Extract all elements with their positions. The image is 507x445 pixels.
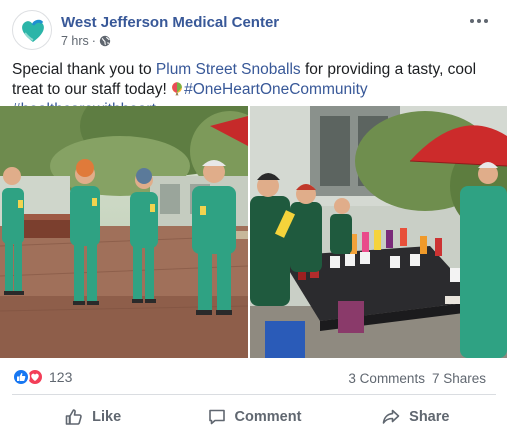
page-name[interactable]: West Jefferson Medical Center bbox=[61, 14, 279, 31]
reaction-summary[interactable]: 123 bbox=[12, 368, 72, 386]
engagement-counts: 3 Comments 7 Shares bbox=[348, 371, 486, 386]
share-label: Share bbox=[409, 409, 450, 425]
mention-link[interactable]: Plum Street Snoballs bbox=[156, 61, 301, 78]
photo-grid bbox=[0, 106, 507, 358]
facebook-post: West Jefferson Medical Center 7 hrs · Sp… bbox=[0, 0, 507, 445]
actions-divider bbox=[12, 394, 496, 395]
message-part-1: Special thank you to bbox=[12, 61, 156, 78]
balloon-icon bbox=[172, 82, 183, 96]
comments-count-link[interactable]: 3 Comments bbox=[348, 371, 425, 386]
photo-snoball-table[interactable] bbox=[250, 106, 507, 358]
like-label: Like bbox=[92, 409, 122, 425]
like-button[interactable]: Like bbox=[12, 397, 173, 437]
reaction-count: 123 bbox=[49, 369, 73, 385]
thumbs-up-icon bbox=[65, 409, 82, 425]
comment-button[interactable]: Comment bbox=[173, 397, 334, 437]
like-reaction-icon bbox=[12, 368, 30, 386]
comment-bubble-icon bbox=[208, 409, 225, 425]
more-icon[interactable] bbox=[470, 16, 490, 26]
post-time[interactable]: 7 hrs bbox=[61, 34, 89, 48]
page-avatar[interactable] bbox=[12, 10, 52, 50]
share-button[interactable]: Share bbox=[335, 397, 496, 437]
globe-icon[interactable] bbox=[99, 35, 111, 47]
meta-separator: · bbox=[91, 34, 96, 48]
hashtag-link-1[interactable]: #OneHeartOneCommunity bbox=[184, 81, 368, 98]
photo-staff-outdoors[interactable] bbox=[0, 106, 248, 358]
heart-logo-icon bbox=[22, 19, 44, 42]
reaction-bar: 123 3 Comments 7 Shares bbox=[12, 364, 496, 390]
shares-count-link[interactable]: 7 Shares bbox=[432, 371, 486, 386]
post-header: West Jefferson Medical Center 7 hrs · bbox=[12, 10, 496, 54]
post-meta: 7 hrs · bbox=[61, 34, 111, 48]
post-actions: Like Comment Share bbox=[12, 397, 496, 437]
share-arrow-icon bbox=[382, 409, 400, 424]
comment-label: Comment bbox=[234, 409, 302, 425]
